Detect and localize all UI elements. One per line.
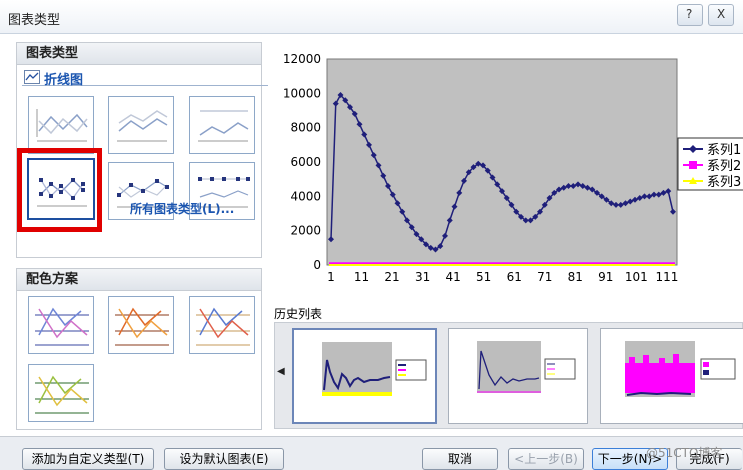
y-tick-label: 12000: [283, 52, 321, 66]
close-button[interactable]: X: [708, 4, 734, 26]
history-list-label: 历史列表: [274, 307, 323, 321]
selection-highlight: [17, 148, 102, 232]
y-tick-label: 2000: [290, 224, 321, 238]
y-tick-label: 8000: [290, 121, 321, 135]
x-tick-label: 81: [568, 270, 583, 284]
chart-type-heading: 图表类型: [17, 43, 261, 65]
window-title: 图表类型: [8, 13, 61, 28]
color-scheme-1[interactable]: [28, 296, 94, 354]
help-button[interactable]: ?: [677, 4, 703, 26]
x-axis: 1 11 21 31 41 51 61 71 81 91 101 111: [327, 270, 678, 284]
chart-preview: 120001000080006000400020000 1 11 21 31 41 51 6…: [273, 44, 743, 296]
x-tick-label: 101: [625, 270, 648, 284]
chart-subtype-3[interactable]: [189, 96, 255, 154]
x-tick-label: 91: [598, 270, 613, 284]
title-bar: 图表类型 ? X: [0, 0, 743, 34]
set-default-chart-button[interactable]: 设为默认图表(E): [164, 448, 284, 470]
legend: 系列1系列2系列3: [677, 137, 743, 191]
color-scheme-4[interactable]: [28, 364, 94, 422]
prev-step-button[interactable]: <上一步(B): [508, 448, 584, 470]
y-tick-label: 6000: [290, 155, 321, 169]
x-tick-label: 31: [415, 270, 430, 284]
add-custom-type-button[interactable]: 添加为自定义类型(T): [22, 448, 154, 470]
color-scheme-3[interactable]: [189, 296, 255, 354]
chart-subtype-1[interactable]: [28, 96, 94, 154]
close-icon: X: [717, 7, 726, 21]
legend-label: 系列1: [707, 143, 741, 158]
legend-label: 系列3: [707, 175, 741, 190]
history-list[interactable]: ◀: [274, 322, 743, 429]
x-tick-label: 41: [446, 270, 461, 284]
history-item-3[interactable]: [600, 328, 743, 424]
chart-subtype-2[interactable]: [108, 96, 174, 154]
x-tick-label: 21: [384, 270, 399, 284]
history-item-2[interactable]: [448, 328, 588, 424]
x-tick-label: 11: [354, 270, 369, 284]
watermark: @51CTO博客: [646, 446, 723, 460]
line-chart-icon: [24, 70, 40, 84]
color-scheme-2[interactable]: [108, 296, 174, 354]
x-tick-label: 61: [507, 270, 522, 284]
x-tick-label: 111: [655, 270, 678, 284]
x-tick-label: 71: [537, 270, 552, 284]
cancel-button[interactable]: 取消: [422, 448, 498, 470]
line-chart-label: 折线图: [44, 73, 84, 88]
scroll-left-icon[interactable]: ◀: [277, 366, 285, 377]
legend-marker: [689, 161, 697, 169]
history-item-1[interactable]: [292, 328, 437, 424]
color-scheme-heading: 配色方案: [17, 269, 261, 291]
all-chart-types-link[interactable]: 所有图表类型(L)...: [130, 200, 234, 217]
plot-area: [326, 58, 678, 266]
help-icon: ?: [686, 7, 693, 21]
y-tick-label: 4000: [290, 189, 321, 203]
y-tick-label: 10000: [283, 86, 321, 100]
y-axis: 12000 10000 8000 6000 4000 2000 0: [283, 52, 321, 272]
line-chart-category[interactable]: 折线图: [22, 68, 268, 88]
y-tick-label: 0: [313, 258, 321, 272]
x-tick-label: 51: [476, 270, 491, 284]
legend-label: 系列2: [707, 159, 741, 174]
x-tick-label: 1: [327, 270, 335, 284]
